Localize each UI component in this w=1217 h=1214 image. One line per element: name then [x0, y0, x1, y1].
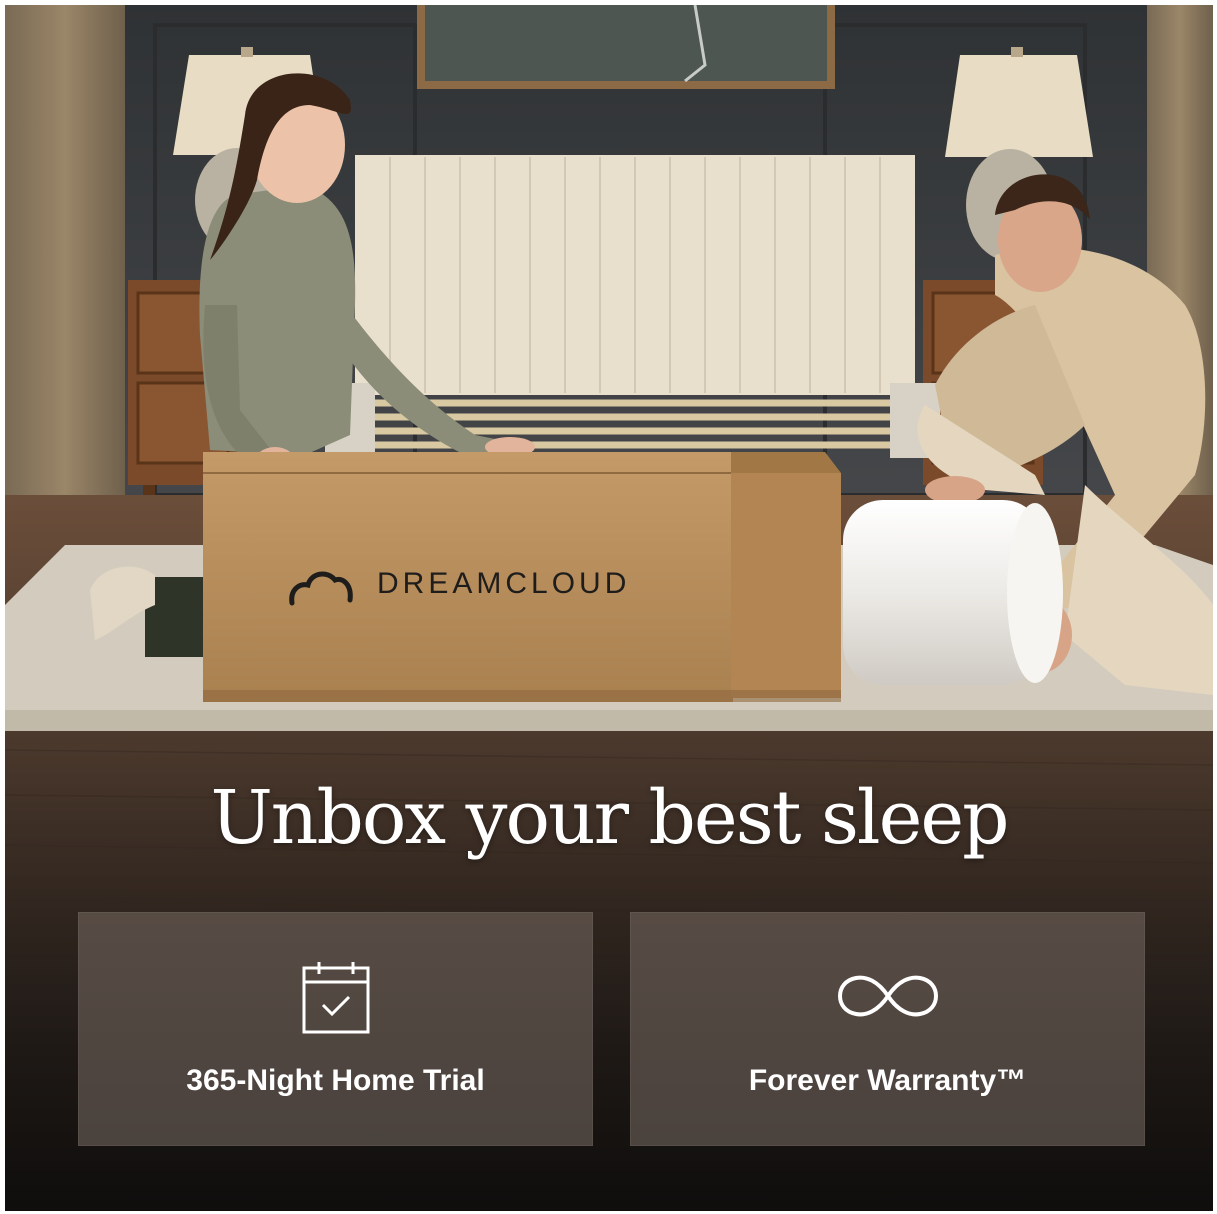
- infinity-icon: [837, 975, 938, 1017]
- feature-card-warranty: Forever Warranty™: [630, 912, 1145, 1146]
- hero-banner: DREAMCLOUD Unbox your best sleep 365-Nig…: [5, 5, 1213, 1211]
- feature-label-trial: 365-Night Home Trial: [186, 1064, 485, 1097]
- calendar-check-icon: [302, 962, 369, 1034]
- feature-card-trial: 365-Night Home Trial: [78, 912, 593, 1146]
- headline: Unbox your best sleep: [210, 775, 1009, 861]
- feature-label-warranty: Forever Warranty™: [748, 1064, 1027, 1097]
- box-brand-text: DREAMCLOUD: [377, 567, 630, 600]
